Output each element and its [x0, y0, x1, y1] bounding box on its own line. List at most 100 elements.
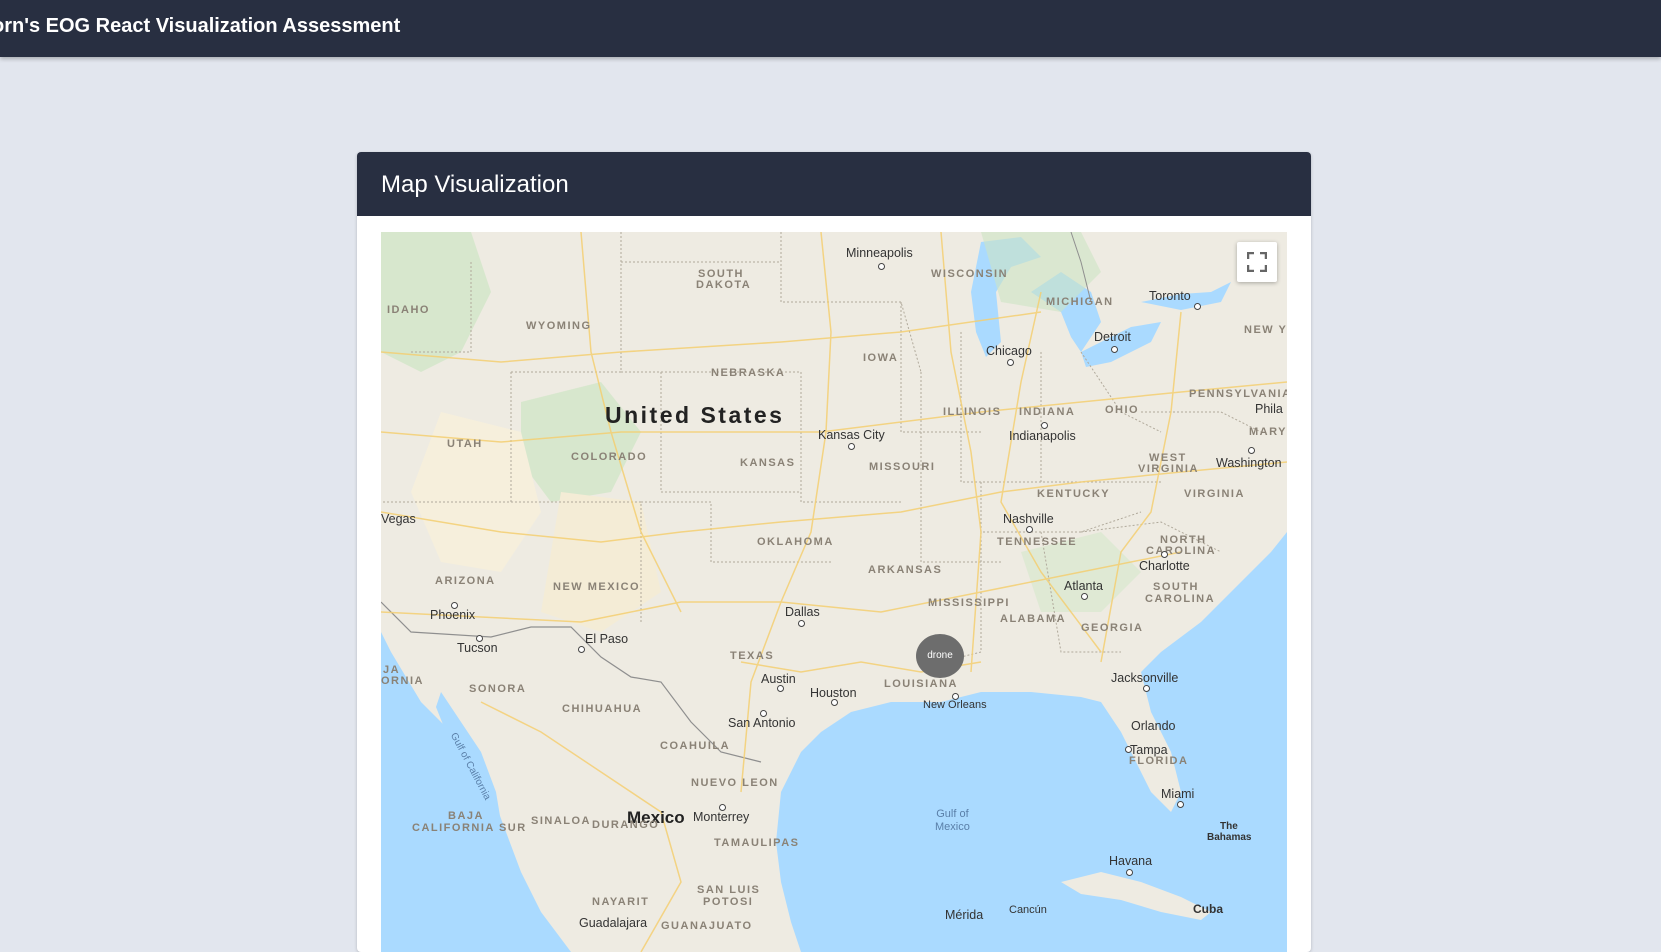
state-label: INDIANA	[1019, 406, 1076, 418]
city-label: Vegas	[381, 512, 416, 526]
city-label: Cancún	[1009, 904, 1047, 916]
state-label: BAJA	[448, 810, 484, 822]
country-label-us: United States	[605, 402, 785, 428]
city-label: Dallas	[785, 605, 820, 619]
city-dot	[1126, 869, 1133, 876]
city-dot	[777, 685, 784, 692]
city-label: Phoenix	[430, 608, 476, 622]
city-label: Bahamas	[1207, 832, 1252, 843]
state-label: NAYARIT	[592, 896, 650, 908]
state-label: CHIHUAHUA	[562, 703, 643, 715]
city-dot	[1161, 551, 1168, 558]
state-label: CAROLINA	[1145, 593, 1216, 605]
city-label: San Antonio	[728, 716, 796, 730]
card-title: Map Visualization	[357, 152, 1311, 216]
city-dot	[848, 443, 855, 450]
state-label: WYOMING	[526, 320, 592, 332]
fullscreen-button[interactable]	[1237, 242, 1277, 282]
map-card: Map Visualization United States Mexico I…	[357, 152, 1311, 952]
state-label: WISCONSIN	[931, 268, 1009, 280]
state-label: GUANAJUATO	[661, 920, 753, 932]
state-label: CALIFORNIA SUR	[412, 822, 527, 834]
city-dot	[719, 804, 726, 811]
city-label: Charlotte	[1139, 559, 1190, 573]
state-label: MISSOURI	[869, 461, 936, 473]
city-dot	[952, 693, 959, 700]
state-label: IDAHO	[387, 304, 430, 316]
city-label: Kansas City	[818, 428, 885, 442]
city-label: Phila	[1255, 402, 1283, 416]
city-dot	[1007, 359, 1014, 366]
state-label: SINALOA	[531, 815, 591, 827]
state-label: CAROLINA	[1146, 545, 1217, 557]
state-label: VIRGINIA	[1138, 463, 1199, 475]
city-dot	[1125, 746, 1132, 753]
state-label: VIRGINIA	[1184, 488, 1245, 500]
city-label: Detroit	[1094, 330, 1131, 344]
state-label: NEW MEXICO	[553, 581, 641, 593]
city-label: Jacksonville	[1111, 671, 1179, 685]
state-label: NEBRASKA	[711, 367, 786, 379]
city-label: Cuba	[1193, 902, 1223, 916]
city-label: Nashville	[1003, 512, 1054, 526]
app-title: orn's EOG React Visualization Assessment	[0, 15, 401, 37]
state-label: LOUISIANA	[884, 678, 958, 690]
state-label: SONORA	[469, 683, 527, 695]
state-label: IOWA	[863, 352, 899, 364]
city-dot	[578, 646, 585, 653]
city-label: Mérida	[945, 908, 984, 922]
city-dot	[1111, 346, 1118, 353]
state-label: COAHUILA	[660, 740, 731, 752]
city-label: El Paso	[585, 632, 629, 646]
map-view[interactable]: United States Mexico IDAHO SOUTH DAKOTA …	[381, 232, 1287, 952]
city-label: Orlando	[1131, 719, 1176, 733]
state-label: KENTUCKY	[1037, 488, 1111, 500]
city-label: Guadalajara	[579, 916, 648, 930]
city-label: Miami	[1161, 787, 1195, 801]
state-label: OHIO	[1105, 404, 1140, 416]
city-label: Toronto	[1149, 289, 1191, 303]
state-label: UTAH	[447, 438, 483, 450]
city-dot	[451, 602, 458, 609]
city-label: Indianapolis	[1009, 429, 1076, 443]
app-header: orn's EOG React Visualization Assessment	[0, 0, 1661, 57]
state-label: POTOSI	[703, 896, 754, 908]
city-dot	[1143, 685, 1150, 692]
map-base	[381, 232, 1287, 952]
state-label: DURANGO	[592, 819, 660, 831]
water-label: Gulf of Mexico	[935, 808, 970, 833]
city-label: Austin	[761, 672, 796, 686]
state-label: ALABAMA	[1000, 613, 1067, 625]
drone-marker[interactable]: drone	[916, 634, 964, 678]
state-label: MISSISSIPPI	[928, 597, 1010, 609]
city-label: Havana	[1109, 854, 1153, 868]
state-label: MICHIGAN	[1046, 296, 1114, 308]
city-label: Minneapolis	[846, 246, 913, 260]
city-label: Tucson	[457, 641, 498, 655]
city-dot	[476, 635, 483, 642]
city-dot	[1194, 303, 1201, 310]
city-dot	[1248, 447, 1255, 454]
state-label: SAN LUIS	[697, 884, 761, 896]
state-label: NUEVO LEON	[691, 777, 779, 789]
city-label: New Orleans	[923, 699, 987, 711]
fullscreen-icon	[1247, 252, 1267, 272]
city-label: Monterrey	[693, 810, 750, 824]
state-label: ILLINOIS	[943, 406, 1002, 418]
city-label: Chicago	[986, 344, 1032, 358]
state-label: DAKOTA	[696, 279, 752, 291]
city-dot	[1177, 801, 1184, 808]
state-label: OKLAHOMA	[757, 536, 834, 548]
city-dot	[1081, 593, 1088, 600]
city-dot	[878, 263, 885, 270]
state-label: GEORGIA	[1081, 622, 1144, 634]
city-label: Tampa	[1130, 743, 1168, 757]
state-label: MARYLAND	[1249, 426, 1287, 438]
state-label: ARIZONA	[435, 575, 496, 587]
city-dot	[1026, 526, 1033, 533]
state-label: PENNSYLVANIA	[1189, 388, 1287, 400]
state-label: ARKANSAS	[868, 564, 943, 576]
state-label: TENNESSEE	[997, 536, 1078, 548]
city-label: Atlanta	[1064, 579, 1103, 593]
state-label: KANSAS	[740, 457, 796, 469]
